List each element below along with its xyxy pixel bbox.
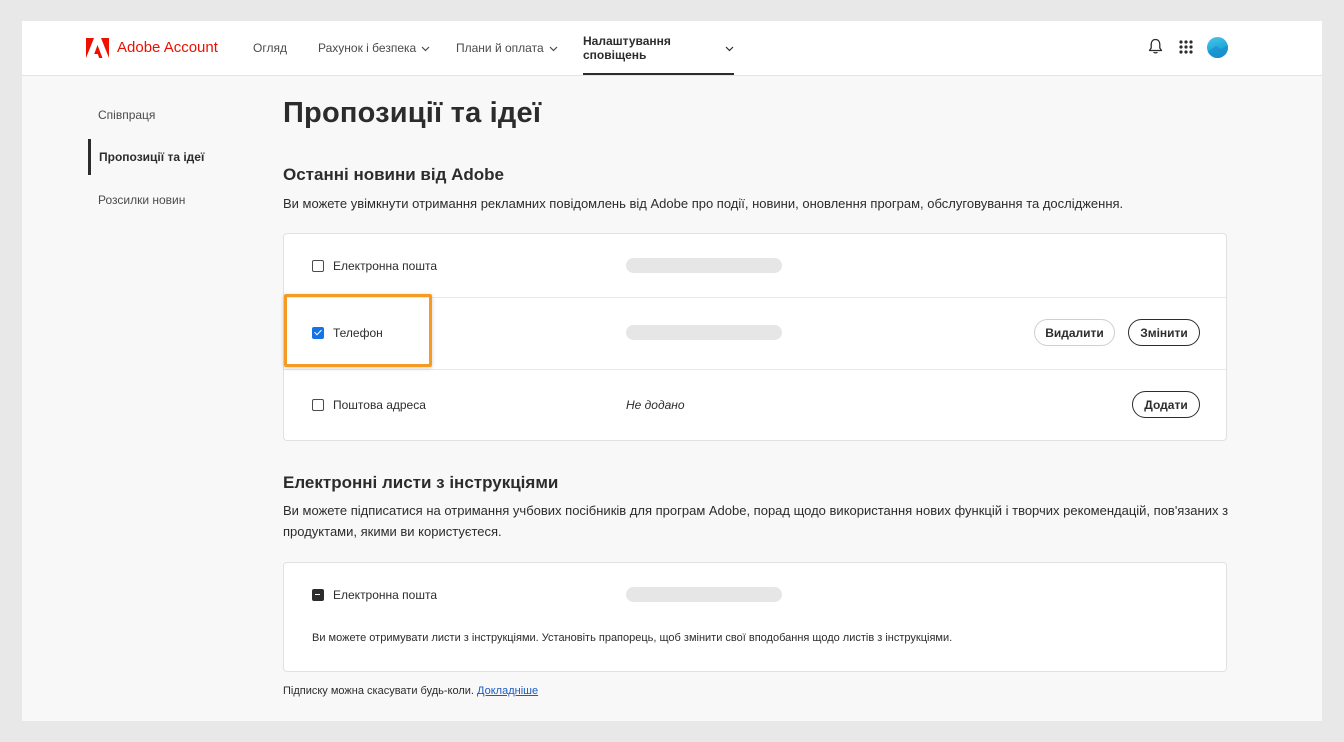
list-item-email: Електронна пошта <box>284 234 1226 298</box>
chevron-down-icon <box>725 41 734 55</box>
avatar[interactable] <box>1207 37 1228 58</box>
list-item-postal-address: Поштова адреса Не додано Додати <box>284 369 1226 441</box>
sidebar-item-label: Пропозиції та ідеї <box>99 150 205 164</box>
nav-label: Огляд <box>253 41 287 55</box>
chevron-down-icon <box>421 41 430 55</box>
app-window: Adobe Account Огляд Рахунок і безпека Пл… <box>22 21 1322 721</box>
section-title-adobe-news: Останні новини від Adobe <box>283 165 505 184</box>
nav-overview[interactable]: Огляд <box>253 21 287 75</box>
sidebar-item-newsletters[interactable]: Розсилки новин <box>88 182 258 218</box>
adobe-logo-icon <box>86 38 109 58</box>
postal-address-checkbox[interactable] <box>312 399 324 411</box>
apps-grid-icon[interactable] <box>1179 40 1193 59</box>
section-title-instruction-emails: Електронні листи з інструкціями <box>283 473 559 492</box>
postal-address-label: Поштова адреса <box>333 398 426 412</box>
instruction-email-value-placeholder <box>626 587 782 602</box>
nav-label: Налаштування сповіщень <box>583 34 671 62</box>
chevron-down-icon <box>549 41 558 55</box>
sidebar-item-offers-ideas[interactable]: Пропозиції та ідеї <box>88 139 258 175</box>
bell-icon[interactable] <box>1148 38 1163 60</box>
instruction-email-note: Ви можете отримувати листи з інструкціям… <box>312 632 953 644</box>
email-label: Електронна пошта <box>333 259 438 273</box>
footer-note: Підписку можна скасувати будь-коли. Докл… <box>283 685 538 697</box>
brand-name: Adobe Account <box>117 39 218 56</box>
nav-account-security[interactable]: Рахунок і безпека <box>318 21 430 75</box>
sidebar-item-collaboration[interactable]: Співпраця <box>88 97 258 133</box>
sidebar-item-label: Співпраця <box>98 108 156 122</box>
list-item-instruction-email: Електронна пошта Ви можете отримувати ли… <box>284 563 1226 671</box>
nav-plans-payment[interactable]: Плани й оплата <box>456 21 558 75</box>
phone-highlight-box <box>284 294 432 367</box>
nav-label: Рахунок і безпека <box>318 41 417 55</box>
section-description-adobe-news: Ви можете увімкнути отримання рекламних … <box>283 196 1124 211</box>
nav-notification-settings[interactable]: Налаштування сповіщень <box>583 21 734 75</box>
sidebar-item-label: Розсилки новин <box>98 193 186 207</box>
top-navigation-bar: Adobe Account Огляд Рахунок і безпека Пл… <box>22 21 1322 76</box>
instruction-emails-card: Електронна пошта Ви можете отримувати ли… <box>283 562 1227 672</box>
email-checkbox[interactable] <box>312 260 324 272</box>
change-phone-button[interactable]: Змінити <box>1128 319 1200 346</box>
section-description-instruction-emails: Ви можете підписатися на отримання учбов… <box>283 503 1229 539</box>
add-postal-address-button[interactable]: Додати <box>1132 391 1200 418</box>
instruction-email-label: Електронна пошта <box>333 588 438 602</box>
postal-address-value: Не додано <box>626 398 685 412</box>
footer-text: Підписку можна скасувати будь-коли. <box>283 685 474 697</box>
delete-phone-button[interactable]: Видалити <box>1034 319 1115 346</box>
nav-label: Плани й оплата <box>456 41 544 55</box>
phone-value-placeholder <box>626 325 782 340</box>
brand[interactable]: Adobe Account <box>86 38 218 58</box>
page-title: Пропозиції та ідеї <box>283 97 542 129</box>
instruction-email-checkbox[interactable] <box>312 589 324 601</box>
learn-more-link[interactable]: Докладніше <box>477 685 538 697</box>
email-value-placeholder <box>626 258 782 273</box>
